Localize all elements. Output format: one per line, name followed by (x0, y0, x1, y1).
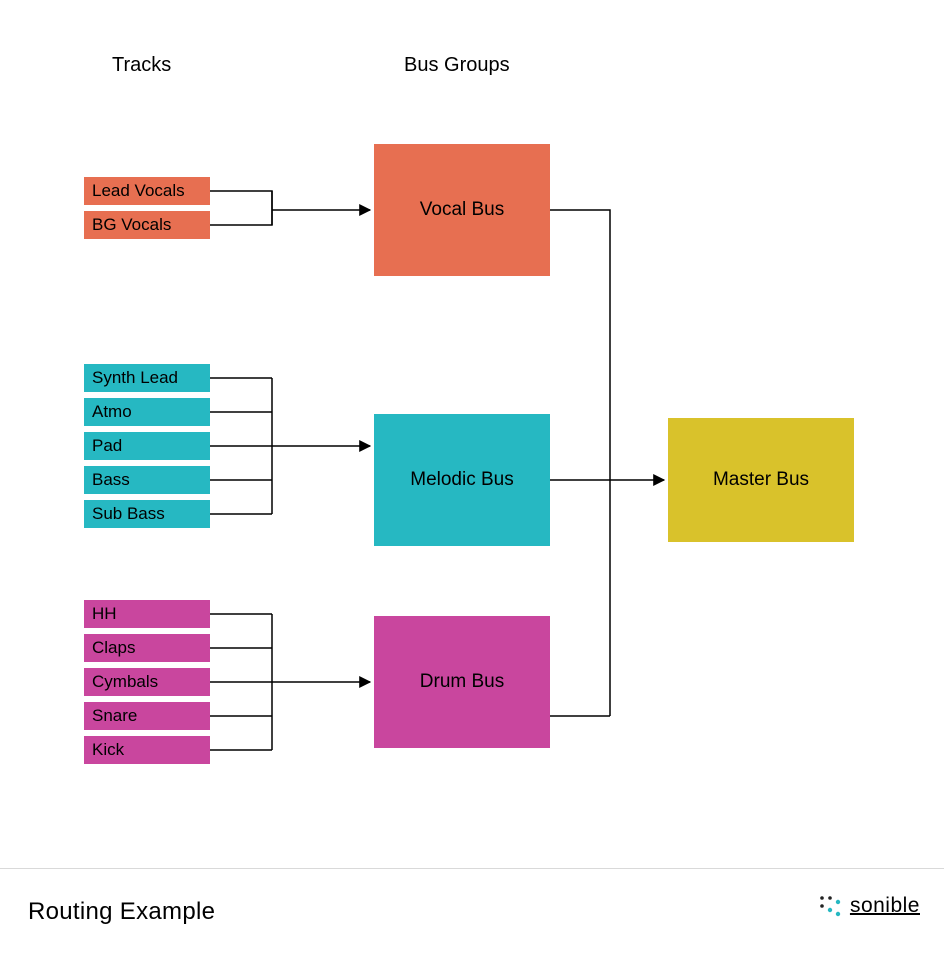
track-kick: Kick (84, 736, 210, 764)
track-sub-bass: Sub Bass (84, 500, 210, 528)
column-header-busgroups: Bus Groups (404, 54, 510, 77)
bus-vocal: Vocal Bus (374, 144, 550, 276)
bus-melodic: Melodic Bus (374, 414, 550, 546)
track-synth-lead: Synth Lead (84, 364, 210, 392)
brand-logo: sonible (816, 892, 920, 920)
track-atmo: Atmo (84, 398, 210, 426)
track-claps: Claps (84, 634, 210, 662)
track-bass: Bass (84, 466, 210, 494)
track-lead-vocals: Lead Vocals (84, 177, 210, 205)
track-cymbals: Cymbals (84, 668, 210, 696)
track-bg-vocals: BG Vocals (84, 211, 210, 239)
column-header-tracks: Tracks (112, 54, 171, 77)
track-snare: Snare (84, 702, 210, 730)
diagram-title: Routing Example (28, 898, 215, 926)
track-pad: Pad (84, 432, 210, 460)
footer-divider (0, 868, 944, 869)
diagram-canvas: Tracks Bus Groups Lead Vocals BG Vocals … (0, 0, 944, 955)
brand-name: sonible (850, 894, 920, 918)
bus-drum: Drum Bus (374, 616, 550, 748)
brand-dots-icon (816, 892, 844, 920)
bus-master: Master Bus (668, 418, 854, 542)
track-hh: HH (84, 600, 210, 628)
